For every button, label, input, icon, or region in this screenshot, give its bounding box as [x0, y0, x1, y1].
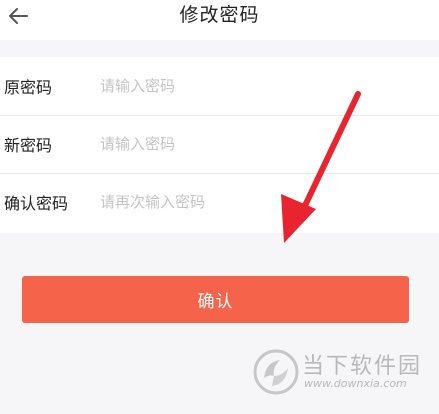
- watermark: 当下软件园 www.downxia.com: [252, 346, 432, 400]
- confirm-password-input[interactable]: [100, 187, 439, 217]
- watermark-name: 当下软件园: [302, 354, 423, 379]
- new-password-input[interactable]: [100, 129, 439, 159]
- watermark-url: www.downxia.com: [304, 377, 407, 390]
- old-password-row: 原密码: [0, 57, 439, 115]
- downxia-logo-icon: [253, 349, 299, 395]
- new-password-label: 新密码: [4, 136, 53, 155]
- change-password-page: 修改密码 原密码 新密码 确认密码 确认 当下软件园 www.downxia.c…: [0, 0, 439, 414]
- page-title: 修改密码: [179, 4, 260, 26]
- top-bar: 修改密码: [0, 0, 439, 40]
- old-password-input[interactable]: [100, 71, 439, 101]
- confirm-password-row: 确认密码: [0, 173, 439, 231]
- old-password-label: 原密码: [4, 78, 53, 97]
- new-password-row: 新密码: [0, 115, 439, 173]
- confirm-password-label: 确认密码: [4, 194, 69, 213]
- password-form: 原密码 新密码 确认密码: [0, 57, 439, 233]
- confirm-button[interactable]: 确认: [22, 276, 409, 323]
